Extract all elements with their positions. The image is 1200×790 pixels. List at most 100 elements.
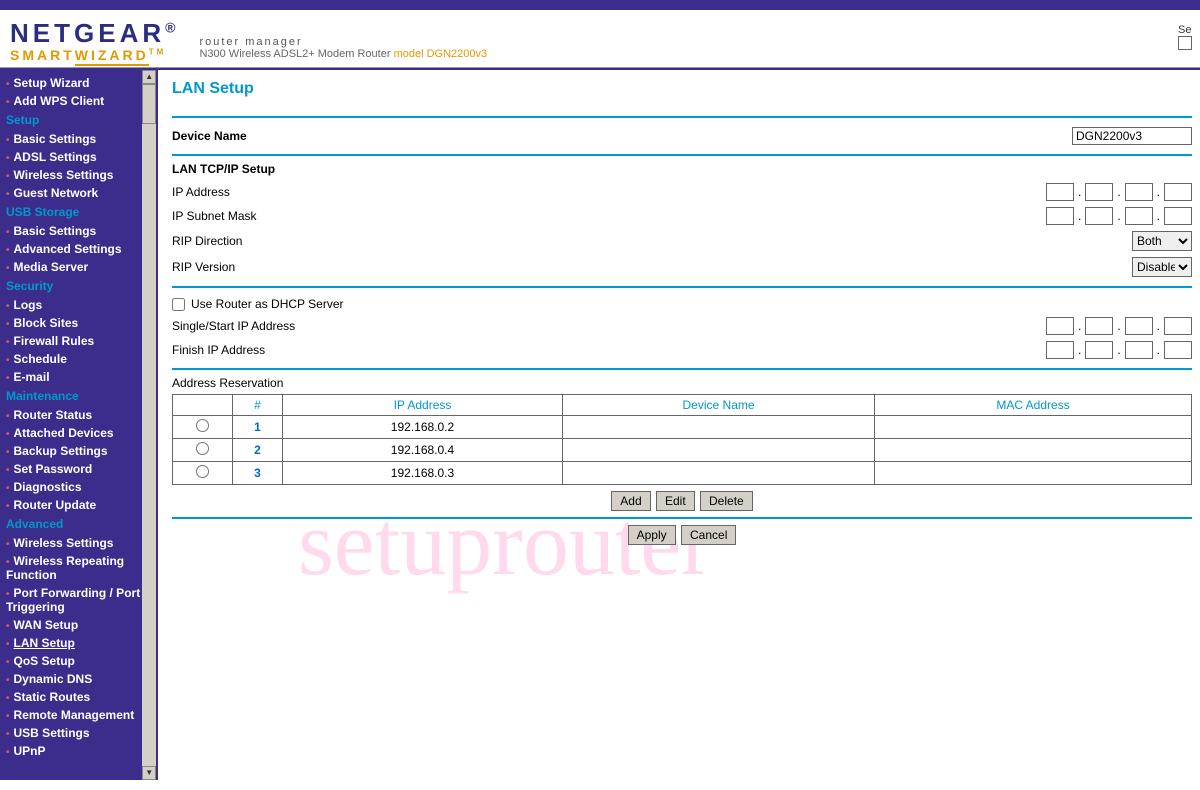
bullet-icon: •: [6, 337, 10, 348]
divider: [172, 286, 1192, 288]
bullet-icon: •: [6, 263, 10, 274]
nav-item[interactable]: •Schedule: [4, 350, 142, 368]
rip-version-select[interactable]: Disable: [1132, 257, 1192, 277]
start-ip-octet-3[interactable]: [1125, 317, 1153, 335]
device-name-input[interactable]: [1072, 127, 1192, 145]
add-button[interactable]: Add: [611, 491, 650, 511]
divider: [172, 116, 1192, 118]
nav-item[interactable]: •Add WPS Client: [4, 92, 142, 110]
logo-block: NETGEAR® SMARTWIZARDTM: [10, 18, 179, 63]
finish-ip-octet-2[interactable]: [1085, 341, 1113, 359]
nav-item[interactable]: •UPnP: [4, 742, 142, 760]
brand-logo: NETGEAR®: [10, 18, 179, 49]
nav-item[interactable]: •Setup Wizard: [4, 74, 142, 92]
start-ip-octet-2[interactable]: [1085, 317, 1113, 335]
finish-ip-octet-4[interactable]: [1164, 341, 1192, 359]
start-ip-row: Single/Start IP Address . . .: [172, 314, 1192, 338]
bullet-icon: •: [6, 153, 10, 164]
nav-item[interactable]: •Guest Network: [4, 184, 142, 202]
nav-item[interactable]: •Attached Devices: [4, 424, 142, 442]
bullet-icon: •: [6, 319, 10, 330]
delete-button[interactable]: Delete: [700, 491, 753, 511]
ip-octet-2[interactable]: [1085, 183, 1113, 201]
row-index: 2: [233, 439, 283, 462]
nav-item[interactable]: •WAN Setup: [4, 616, 142, 634]
nav-item[interactable]: •Router Status: [4, 406, 142, 424]
rip-direction-select[interactable]: Both: [1132, 231, 1192, 251]
row-mac: [875, 462, 1192, 485]
row-radio[interactable]: [196, 419, 209, 432]
nav-item[interactable]: •LAN Setup: [4, 634, 142, 652]
nav-section-title: USB Storage: [4, 202, 142, 222]
rip-direction-label: RIP Direction: [172, 234, 242, 248]
nav-item[interactable]: •Set Password: [4, 460, 142, 478]
nav-item[interactable]: •Media Server: [4, 258, 142, 276]
bullet-icon: •: [6, 171, 10, 182]
nav-item[interactable]: •QoS Setup: [4, 652, 142, 670]
content-area: setuprouter LAN Setup Device Name LAN TC…: [158, 70, 1200, 780]
row-radio[interactable]: [196, 442, 209, 455]
bullet-icon: •: [6, 301, 10, 312]
row-device-name: [563, 439, 875, 462]
bullet-icon: •: [6, 711, 10, 722]
device-name-row: Device Name: [172, 124, 1192, 148]
start-ip-octet-1[interactable]: [1046, 317, 1074, 335]
scroll-down-icon[interactable]: ▼: [142, 766, 156, 780]
bullet-icon: •: [6, 227, 10, 238]
col-select: [173, 395, 233, 416]
ip-octet-3[interactable]: [1125, 183, 1153, 201]
scroll-thumb[interactable]: [142, 84, 156, 124]
row-mac: [875, 416, 1192, 439]
nav-item[interactable]: •Wireless Repeating Function: [4, 552, 142, 584]
nav-item[interactable]: •Wireless Settings: [4, 166, 142, 184]
subnet-fields: . . .: [1046, 207, 1192, 225]
nav-item[interactable]: •ADSL Settings: [4, 148, 142, 166]
nav-item[interactable]: •Wireless Settings: [4, 534, 142, 552]
dhcp-checkbox[interactable]: [172, 298, 185, 311]
nav-item[interactable]: •E-mail: [4, 368, 142, 386]
edit-button[interactable]: Edit: [656, 491, 695, 511]
scroll-up-icon[interactable]: ▲: [142, 70, 156, 84]
subnet-octet-2[interactable]: [1085, 207, 1113, 225]
page-title: LAN Setup: [172, 80, 1192, 98]
header-text: router manager N300 Wireless ADSL2+ Mode…: [199, 36, 487, 60]
nav-item[interactable]: •Remote Management: [4, 706, 142, 724]
subnet-octet-3[interactable]: [1125, 207, 1153, 225]
finish-ip-octet-3[interactable]: [1125, 341, 1153, 359]
ip-address-label: IP Address: [172, 185, 230, 199]
nav-item[interactable]: •USB Settings: [4, 724, 142, 742]
bullet-icon: •: [6, 373, 10, 384]
nav-item[interactable]: •Firewall Rules: [4, 332, 142, 350]
subnet-octet-4[interactable]: [1164, 207, 1192, 225]
nav-item[interactable]: •Advanced Settings: [4, 240, 142, 258]
nav-item[interactable]: •Diagnostics: [4, 478, 142, 496]
bullet-icon: •: [6, 483, 10, 494]
subnet-octet-1[interactable]: [1046, 207, 1074, 225]
finish-ip-label: Finish IP Address: [172, 343, 265, 357]
sidebar-scrollbar[interactable]: ▲ ▼: [142, 70, 156, 780]
lang-select-partial[interactable]: [1178, 36, 1192, 50]
sidebar-wrapper: •Setup Wizard•Add WPS ClientSetup•Basic …: [0, 70, 158, 780]
bullet-icon: •: [6, 747, 10, 758]
row-index: 3: [233, 462, 283, 485]
nav-item[interactable]: •Dynamic DNS: [4, 670, 142, 688]
nav-item[interactable]: •Block Sites: [4, 314, 142, 332]
nav-item[interactable]: •Logs: [4, 296, 142, 314]
row-ip: 192.168.0.4: [283, 439, 563, 462]
start-ip-fields: . . .: [1046, 317, 1192, 335]
apply-button[interactable]: Apply: [628, 525, 676, 545]
nav-item[interactable]: •Backup Settings: [4, 442, 142, 460]
row-radio[interactable]: [196, 465, 209, 478]
cancel-button[interactable]: Cancel: [681, 525, 736, 545]
nav-item[interactable]: •Static Routes: [4, 688, 142, 706]
start-ip-octet-4[interactable]: [1164, 317, 1192, 335]
ip-octet-4[interactable]: [1164, 183, 1192, 201]
nav-item[interactable]: •Port Forwarding / Port Triggering: [4, 584, 142, 616]
nav-item[interactable]: •Router Update: [4, 496, 142, 514]
ip-octet-1[interactable]: [1046, 183, 1074, 201]
nav-item[interactable]: •Basic Settings: [4, 130, 142, 148]
finish-ip-octet-1[interactable]: [1046, 341, 1074, 359]
ip-address-fields: . . .: [1046, 183, 1192, 201]
bullet-icon: •: [6, 557, 10, 568]
nav-item[interactable]: •Basic Settings: [4, 222, 142, 240]
